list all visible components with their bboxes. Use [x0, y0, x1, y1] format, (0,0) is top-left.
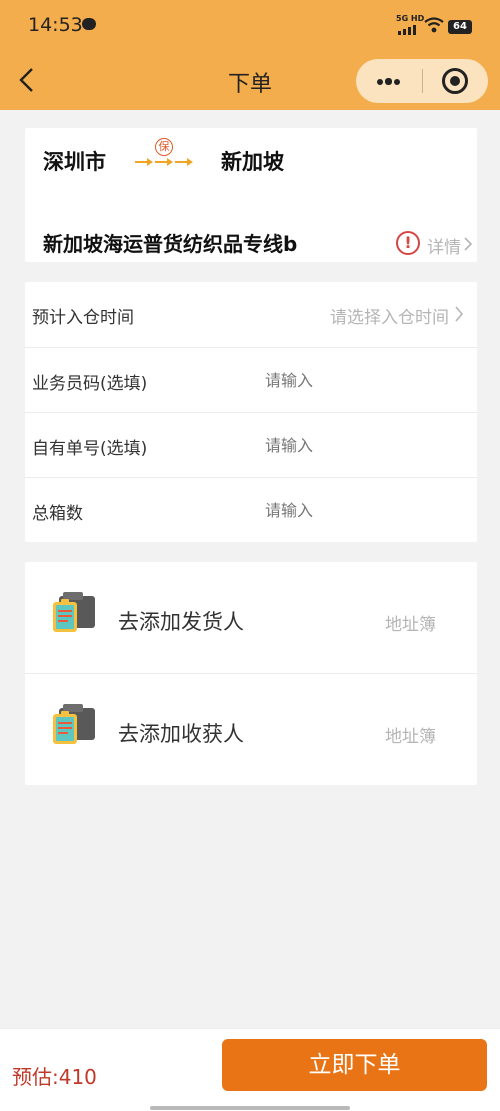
place-order-button[interactable]: 立即下单: [222, 1039, 487, 1091]
order-form: 预计入仓时间 请选择入仓时间 业务员码(选填) 自有单号(选填) 总箱数: [25, 282, 477, 542]
clipboard-box-icon: [53, 592, 95, 632]
salesperson-code-row: 业务员码(选填): [25, 347, 477, 412]
add-receiver-row[interactable]: 去添加收获人 地址簿: [25, 673, 477, 784]
destination-city: 新加坡: [221, 150, 284, 174]
status-time: 14:53: [28, 14, 83, 36]
price-estimate: 预估:410: [12, 1065, 97, 1089]
warehouse-time-label: 预计入仓时间: [32, 308, 134, 328]
total-boxes-row: 总箱数: [25, 477, 477, 542]
contacts-card: 去添加发货人 地址簿 去添加收获人 地址簿: [25, 562, 477, 785]
bonded-badge: 保: [155, 138, 173, 156]
warehouse-time-select[interactable]: 请选择入仓时间: [330, 303, 449, 328]
warning-icon[interactable]: !: [396, 231, 420, 255]
own-order-number-label: 自有单号(选填): [32, 439, 148, 459]
capsule-divider: [422, 69, 423, 93]
sender-address-book-link[interactable]: 地址簿: [385, 610, 436, 635]
target-icon[interactable]: [442, 68, 468, 94]
home-indicator[interactable]: [150, 1106, 350, 1110]
origin-city: 深圳市: [43, 150, 106, 174]
chat-icon: [82, 18, 96, 30]
warehouse-time-row[interactable]: 预计入仓时间 请选择入仓时间: [25, 282, 477, 347]
network-label: 5G HD: [396, 14, 425, 23]
nav-bar: 下单: [0, 52, 500, 110]
mini-program-capsule: [356, 59, 488, 103]
add-sender-row[interactable]: 去添加发货人 地址簿: [25, 562, 477, 673]
own-order-number-input[interactable]: [265, 431, 465, 459]
total-boxes-label: 总箱数: [32, 504, 83, 524]
salesperson-code-input[interactable]: [265, 366, 465, 394]
detail-link[interactable]: 详情: [427, 233, 461, 258]
salesperson-code-label: 业务员码(选填): [32, 374, 148, 394]
clipboard-box-icon: [53, 704, 95, 744]
bottom-action-bar: 预估:410 立即下单: [0, 1028, 500, 1111]
add-receiver-label: 去添加收获人: [118, 722, 244, 746]
battery-indicator: 64: [448, 20, 472, 34]
more-icon[interactable]: [356, 59, 420, 103]
total-boxes-input[interactable]: [265, 496, 465, 524]
own-order-number-row: 自有单号(选填): [25, 412, 477, 477]
shipping-line-name: 新加坡海运普货纺织品专线b: [43, 232, 298, 256]
wifi-icon: [424, 17, 444, 33]
receiver-address-book-link[interactable]: 地址簿: [385, 722, 436, 747]
chevron-right-icon: [464, 237, 473, 251]
route-arrows-icon: [135, 158, 193, 166]
add-sender-label: 去添加发货人: [118, 610, 244, 634]
status-bar: 14:53 5G HD 64: [0, 0, 500, 52]
chevron-right-icon: [455, 306, 464, 322]
route-card: 深圳市 保 新加坡 新加坡海运普货纺织品专线b ! 详情: [25, 128, 477, 262]
signal-icon: [398, 25, 418, 35]
